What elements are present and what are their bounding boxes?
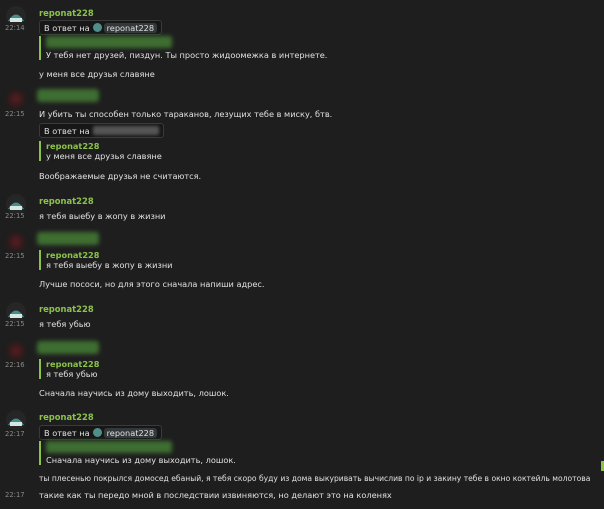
- quote-text: У тебя нет друзей, пиздун. Ты просто жид…: [46, 50, 328, 60]
- reply-context[interactable]: В ответ на reponat228: [39, 425, 163, 440]
- quote-author: reponat228: [46, 250, 100, 260]
- reply-context[interactable]: В ответ на reponat228: [39, 20, 163, 35]
- timestamp: 22:17: [5, 491, 25, 499]
- avatar-image-icon: [8, 418, 24, 426]
- reply-username[interactable]: reponat228: [103, 427, 158, 438]
- redacted-username: [37, 232, 99, 245]
- reply-label: В ответ на: [44, 427, 90, 438]
- reply-label: В ответ на: [44, 125, 90, 136]
- message-text: Воображаемые друзья не считаются.: [39, 171, 202, 181]
- message-text: И убить ты способен только тараканов, ле…: [39, 109, 333, 119]
- avatar[interactable]: [6, 6, 26, 26]
- redacted-username: [37, 89, 99, 102]
- avatar-image-icon: [8, 310, 24, 318]
- message-text: у меня все друзья славяне: [39, 69, 155, 79]
- chat-log: reponat228 22:14 В ответ на reponat228 У…: [0, 0, 604, 509]
- timestamp: 22:17: [5, 430, 25, 438]
- quote-text: я тебя выебу в жопу в жизни: [46, 260, 173, 270]
- reply-context[interactable]: В ответ на: [39, 123, 164, 138]
- message-text: я тебя убью: [39, 319, 91, 329]
- username[interactable]: reponat228: [39, 412, 94, 422]
- quote-text: Сначала научись из дому выходить, лошок.: [46, 455, 236, 465]
- timestamp: 22:15: [5, 252, 25, 260]
- quote-text: я тебя убью: [46, 369, 98, 379]
- avatar-image-icon: [8, 14, 24, 22]
- avatar-image-icon: [8, 202, 24, 210]
- username[interactable]: reponat228: [39, 8, 94, 18]
- quote-author: reponat228: [46, 359, 100, 369]
- avatar[interactable]: [6, 89, 26, 109]
- timestamp: 22:15: [5, 320, 25, 328]
- reply-username[interactable]: reponat228: [103, 22, 158, 33]
- quoted-message[interactable]: reponat228 я тебя убью: [39, 359, 99, 379]
- quote-text: у меня все друзья славяне: [46, 151, 162, 161]
- message-text: Лучше пососи, но для этого сначала напиш…: [39, 279, 265, 289]
- quoted-message[interactable]: Сначала научись из дому выходить, лошок.: [39, 441, 236, 465]
- quoted-message[interactable]: reponat228 у меня все друзья славяне: [39, 141, 162, 161]
- avatar[interactable]: [6, 232, 26, 252]
- quoted-message[interactable]: У тебя нет друзей, пиздун. Ты просто жид…: [39, 36, 327, 60]
- username[interactable]: reponat228: [39, 196, 94, 206]
- message-text: ты плесенью покрылся домосед ебаный, я т…: [39, 474, 591, 483]
- redacted-username: [37, 341, 99, 354]
- avatar[interactable]: [6, 341, 26, 361]
- timestamp: 22:15: [5, 212, 25, 220]
- username[interactable]: reponat228: [39, 304, 94, 314]
- redacted-author: [46, 441, 172, 453]
- reply-avatar-icon: [92, 23, 102, 32]
- avatar[interactable]: [6, 410, 26, 430]
- quoted-message[interactable]: reponat228 я тебя выебу в жопу в жизни: [39, 250, 173, 270]
- avatar[interactable]: [6, 194, 26, 214]
- timestamp: 22:15: [5, 110, 25, 118]
- timestamp: 22:16: [5, 361, 25, 369]
- message-text: Сначала научись из дому выходить, лошок.: [39, 388, 229, 398]
- message-text: такие как ты передо мной в последствии и…: [39, 490, 392, 500]
- redacted-reply-user: [92, 126, 159, 135]
- reply-label: В ответ на: [44, 22, 90, 33]
- reply-avatar-icon: [92, 428, 102, 437]
- quote-author: reponat228: [46, 141, 100, 151]
- avatar[interactable]: [6, 302, 26, 322]
- timestamp: 22:14: [5, 24, 25, 32]
- message-text: я тебя выебу в жопу в жизни: [39, 211, 166, 221]
- redacted-author: [46, 36, 172, 48]
